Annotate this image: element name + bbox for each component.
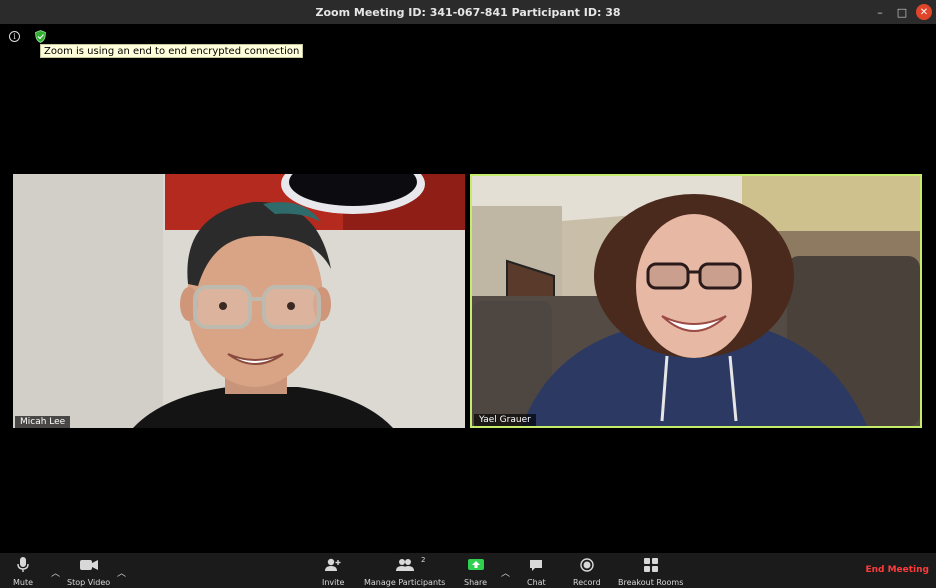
mute-label: Mute	[13, 578, 34, 587]
record-button[interactable]: Record	[573, 556, 601, 587]
yael-video-image	[472, 176, 920, 426]
share-options-chevron-icon[interactable]: ︿	[501, 566, 510, 579]
manage-participants-button[interactable]: Manage Participants	[364, 556, 445, 587]
breakout-rooms-button[interactable]: Breakout Rooms	[618, 556, 683, 587]
shield-icon[interactable]	[35, 30, 46, 43]
breakout-rooms-label: Breakout Rooms	[618, 578, 684, 587]
share-label: Share	[464, 578, 488, 587]
record-icon	[580, 556, 594, 574]
chat-bubble-icon	[529, 556, 543, 574]
micah-video-image	[13, 174, 465, 428]
participants-icon	[395, 556, 414, 574]
window-title: Zoom Meeting ID: 341-067-841 Participant…	[315, 5, 621, 19]
title-bar: Zoom Meeting ID: 341-067-841 Participant…	[0, 0, 936, 24]
minimize-icon[interactable]: –	[872, 4, 888, 20]
end-meeting-button[interactable]: End Meeting	[865, 565, 929, 575]
maximize-icon[interactable]: □	[894, 4, 910, 20]
close-icon[interactable]: ✕	[916, 4, 932, 20]
microphone-icon	[17, 556, 29, 574]
share-button[interactable]: Share	[464, 556, 487, 587]
stop-video-label: Stop Video	[67, 578, 111, 587]
add-person-icon	[325, 556, 341, 574]
info-icon[interactable]: i	[9, 31, 20, 42]
invite-label: Invite	[322, 578, 345, 587]
stop-video-button[interactable]: Stop Video	[67, 556, 110, 587]
breakout-rooms-icon	[643, 556, 658, 574]
audio-options-chevron-icon[interactable]: ︿	[51, 566, 60, 579]
encryption-tooltip: Zoom is using an end to end encrypted co…	[40, 44, 304, 58]
participant-count-badge: 2	[421, 556, 426, 564]
video-tile-micah[interactable]: Micah Lee	[13, 174, 465, 428]
meeting-toolbar: Mute ︿ Stop Video ︿ Invite Manage Partic…	[0, 553, 936, 588]
participant-name-micah: Micah Lee	[15, 416, 71, 428]
invite-button[interactable]: Invite	[322, 556, 344, 587]
video-tile-yael[interactable]: Yael Grauer	[470, 174, 922, 428]
record-label: Record	[573, 578, 601, 587]
chat-label: Chat	[527, 578, 546, 587]
chat-button[interactable]: Chat	[527, 556, 546, 587]
video-options-chevron-icon[interactable]: ︿	[117, 566, 126, 579]
participant-name-yael: Yael Grauer	[474, 414, 536, 426]
video-camera-icon	[79, 556, 98, 574]
share-screen-icon	[467, 556, 484, 574]
manage-participants-label: Manage Participants	[364, 578, 446, 587]
mute-button[interactable]: Mute	[13, 556, 33, 587]
